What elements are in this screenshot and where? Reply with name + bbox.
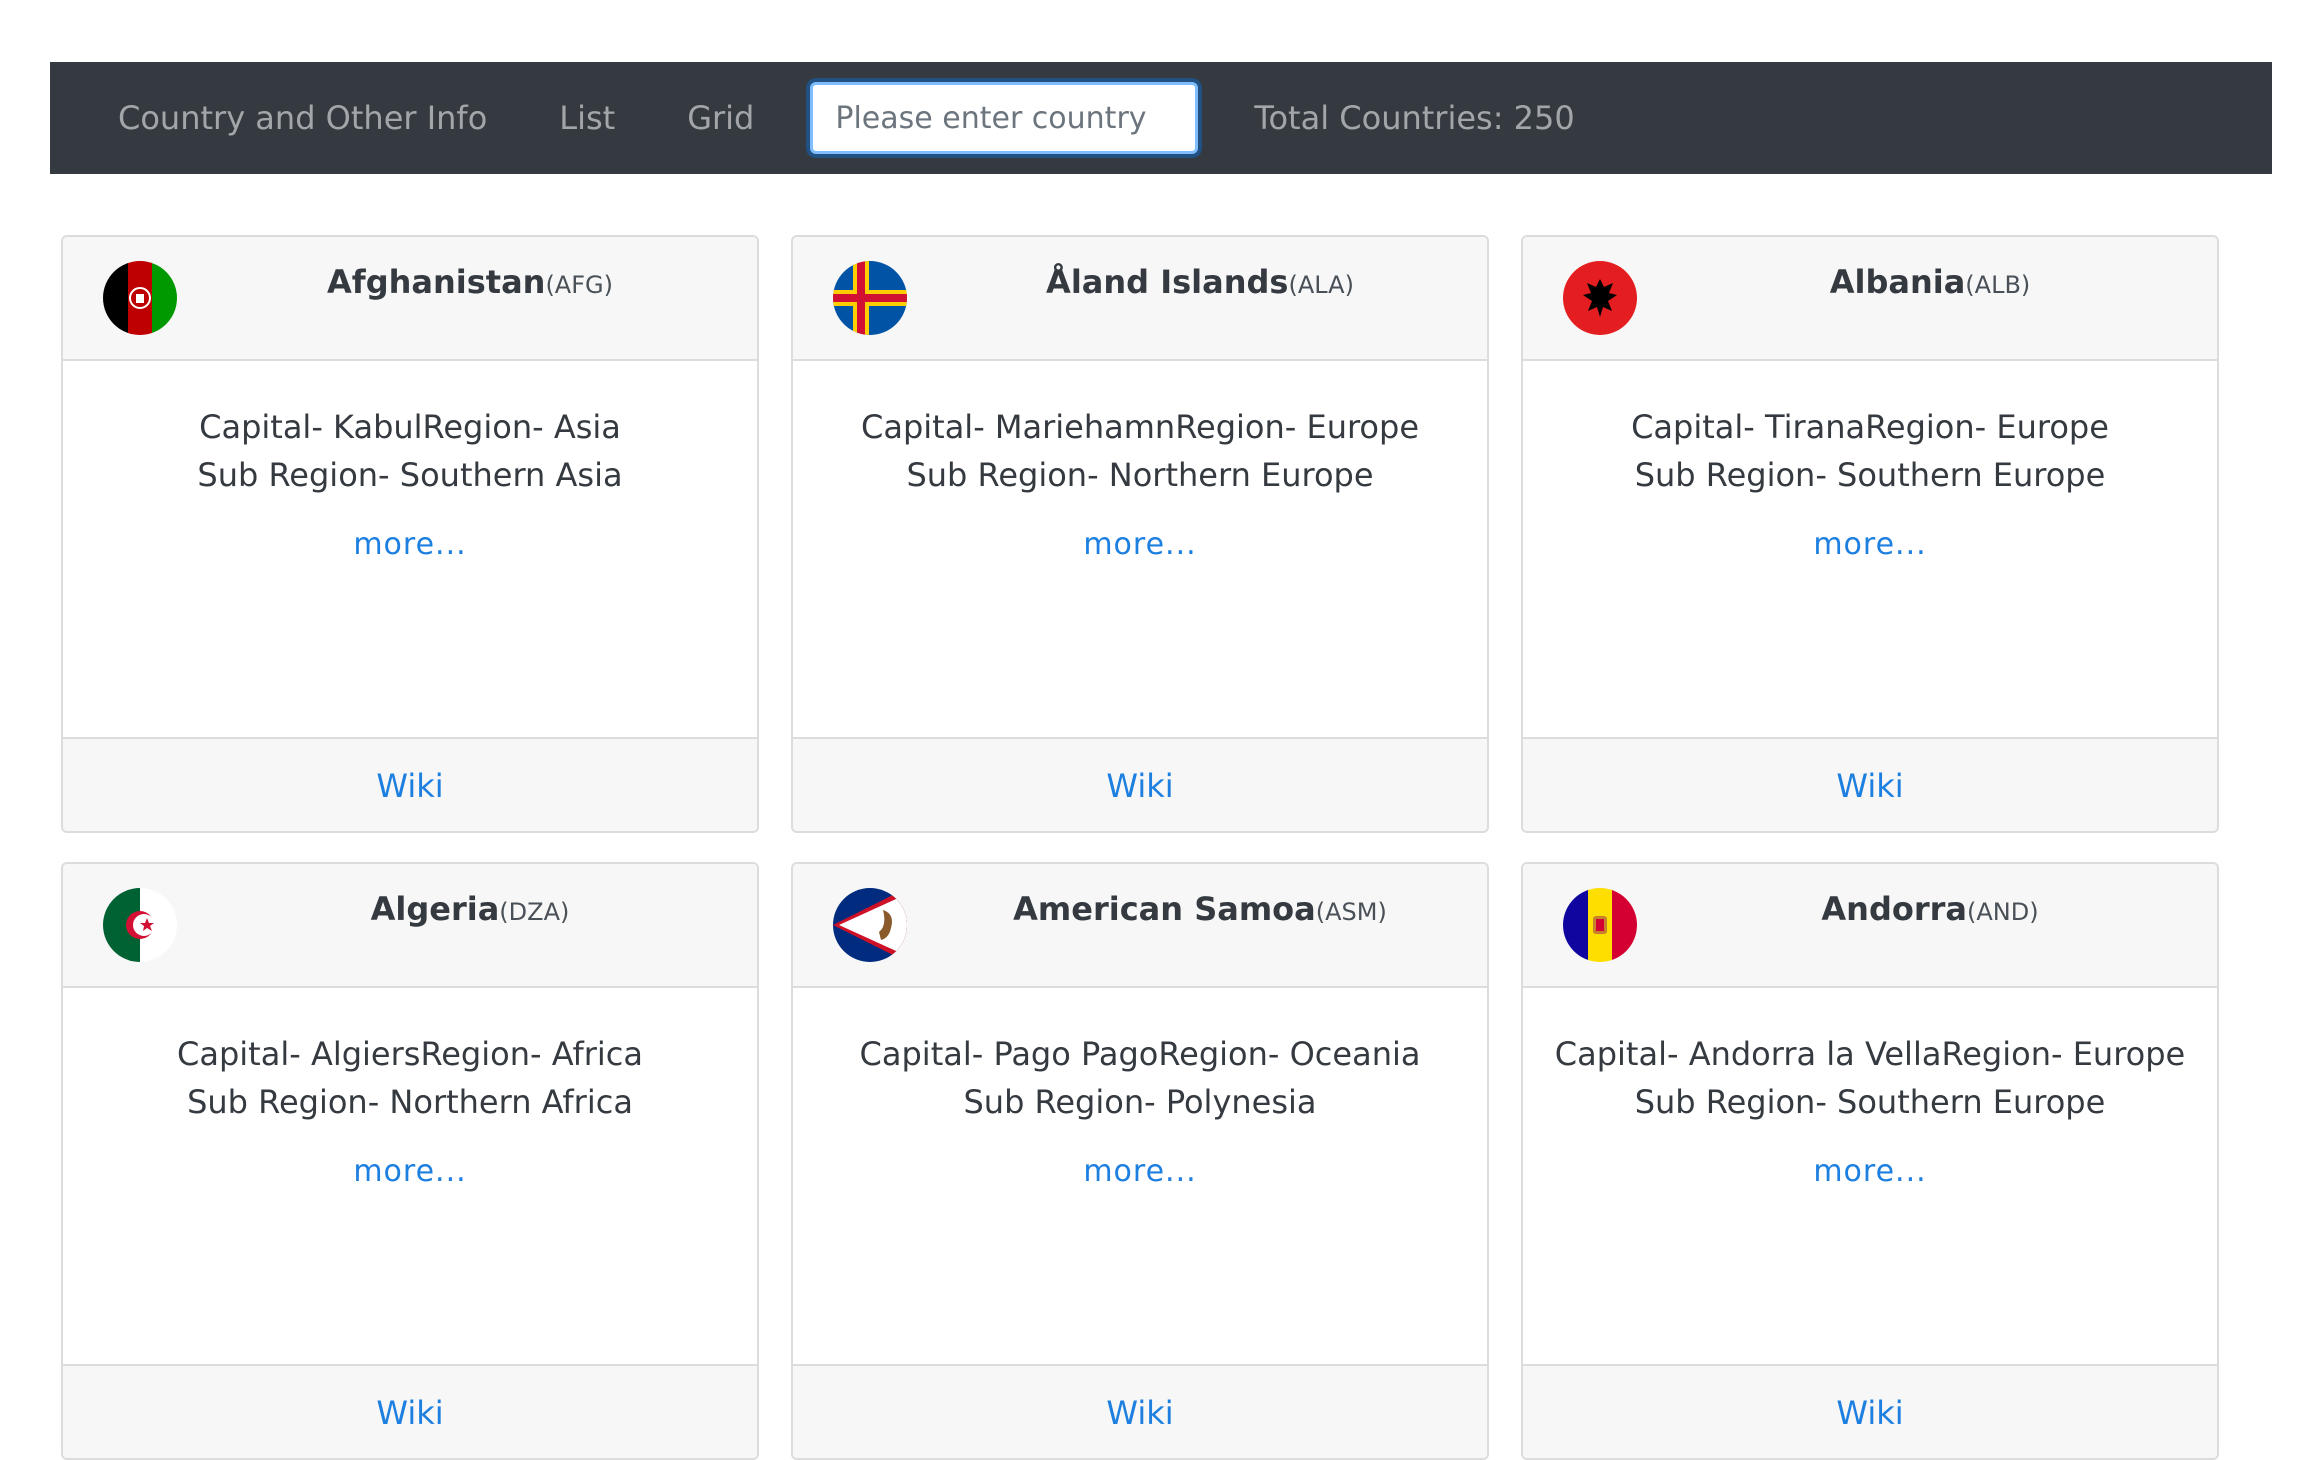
wiki-link[interactable]: Wiki <box>376 1394 443 1432</box>
country-name: American Samoa <box>1013 890 1316 928</box>
country-name: Andorra <box>1821 890 1967 928</box>
country-code: (DZA) <box>499 898 570 926</box>
card-footer: Wiki <box>1523 737 2217 831</box>
card-footer: Wiki <box>63 737 757 831</box>
card-footer: Wiki <box>793 737 1487 831</box>
card-body: Capital- TiranaRegion- Europe Sub Region… <box>1523 361 2217 737</box>
country-code: (ALA) <box>1288 271 1354 299</box>
wiki-link[interactable]: Wiki <box>376 767 443 805</box>
wiki-link[interactable]: Wiki <box>1106 767 1173 805</box>
country-name: Albania <box>1829 263 1966 301</box>
card-body: Capital- Pago PagoRegion- Oceania Sub Re… <box>793 988 1487 1364</box>
card-body: Capital- AlgiersRegion- Africa Sub Regio… <box>63 988 757 1364</box>
country-code: (AND) <box>1967 898 2039 926</box>
capital-region-text: Capital- MariehamnRegion- Europe <box>860 408 1419 446</box>
more-link[interactable]: more... <box>1083 1154 1196 1189</box>
subregion-text: Sub Region- Polynesia <box>963 1083 1317 1121</box>
andorra-flag-icon <box>1563 888 1637 962</box>
subregion-text: Sub Region- Southern Asia <box>197 456 623 494</box>
card-footer: Wiki <box>1523 1364 2217 1458</box>
country-title: Algeria(DZA) <box>183 890 757 928</box>
card-footer: Wiki <box>793 1364 1487 1458</box>
more-link[interactable]: more... <box>1083 527 1196 562</box>
american-samoa-flag-icon <box>833 888 907 962</box>
card-header: Andorra(AND) <box>1523 864 2217 988</box>
country-card-albania: Albania(ALB) Capital- TiranaRegion- Euro… <box>1521 235 2219 833</box>
card-body: Capital- MariehamnRegion- Europe Sub Reg… <box>793 361 1487 737</box>
subregion-text: Sub Region- Southern Europe <box>1634 456 2106 494</box>
country-name: Algeria <box>370 890 500 928</box>
country-card-american-samoa: American Samoa(ASM) Capital- Pago PagoRe… <box>791 862 1489 1460</box>
card-footer: Wiki <box>63 1364 757 1458</box>
country-title: Albania(ALB) <box>1643 263 2217 301</box>
country-title: Afghanistan(AFG) <box>183 263 757 301</box>
card-body: Capital- KabulRegion- Asia Sub Region- S… <box>63 361 757 737</box>
wiki-link[interactable]: Wiki <box>1106 1394 1173 1432</box>
capital-region-text: Capital- AlgiersRegion- Africa <box>177 1035 643 1073</box>
country-code: (ASM) <box>1315 898 1387 926</box>
card-body: Capital- Andorra la VellaRegion- Europe … <box>1523 988 2217 1364</box>
country-card-algeria: Algeria(DZA) Capital- AlgiersRegion- Afr… <box>61 862 759 1460</box>
card-header: Åland Islands(ALA) <box>793 237 1487 361</box>
more-link[interactable]: more... <box>1813 527 1926 562</box>
algeria-flag-icon <box>103 888 177 962</box>
subregion-text: Sub Region- Northern Europe <box>906 456 1374 494</box>
aland-islands-flag-icon <box>833 261 907 335</box>
capital-region-text: Capital- KabulRegion- Asia <box>199 408 621 446</box>
more-link[interactable]: more... <box>353 527 466 562</box>
country-name: Åland Islands <box>1046 263 1289 301</box>
country-code: (ALB) <box>1965 271 2031 299</box>
subregion-text: Sub Region- Southern Europe <box>1634 1083 2106 1121</box>
capital-region-text: Capital- Pago PagoRegion- Oceania <box>859 1035 1421 1073</box>
wiki-link[interactable]: Wiki <box>1836 767 1903 805</box>
card-header: Algeria(DZA) <box>63 864 757 988</box>
capital-region-text: Capital- Andorra la VellaRegion- Europe <box>1554 1035 2186 1073</box>
more-link[interactable]: more... <box>1813 1154 1926 1189</box>
card-header: Albania(ALB) <box>1523 237 2217 361</box>
country-card-aland-islands: Åland Islands(ALA) Capital- MariehamnReg… <box>791 235 1489 833</box>
country-title: Åland Islands(ALA) <box>913 263 1487 301</box>
country-code: (AFG) <box>545 271 613 299</box>
card-header: American Samoa(ASM) <box>793 864 1487 988</box>
country-name: Afghanistan <box>327 263 546 301</box>
country-title: Andorra(AND) <box>1643 890 2217 928</box>
albania-flag-icon <box>1563 261 1637 335</box>
card-header: Afghanistan(AFG) <box>63 237 757 361</box>
wiki-link[interactable]: Wiki <box>1836 1394 1903 1432</box>
country-title: American Samoa(ASM) <box>913 890 1487 928</box>
capital-region-text: Capital- TiranaRegion- Europe <box>1631 408 2109 446</box>
country-card-afghanistan: Afghanistan(AFG) Capital- KabulRegion- A… <box>61 235 759 833</box>
subregion-text: Sub Region- Northern Africa <box>187 1083 633 1121</box>
afghanistan-flag-icon <box>103 261 177 335</box>
more-link[interactable]: more... <box>353 1154 466 1189</box>
country-grid: Afghanistan(AFG) Capital- KabulRegion- A… <box>0 0 2316 1460</box>
country-card-andorra: Andorra(AND) Capital- Andorra la VellaRe… <box>1521 862 2219 1460</box>
